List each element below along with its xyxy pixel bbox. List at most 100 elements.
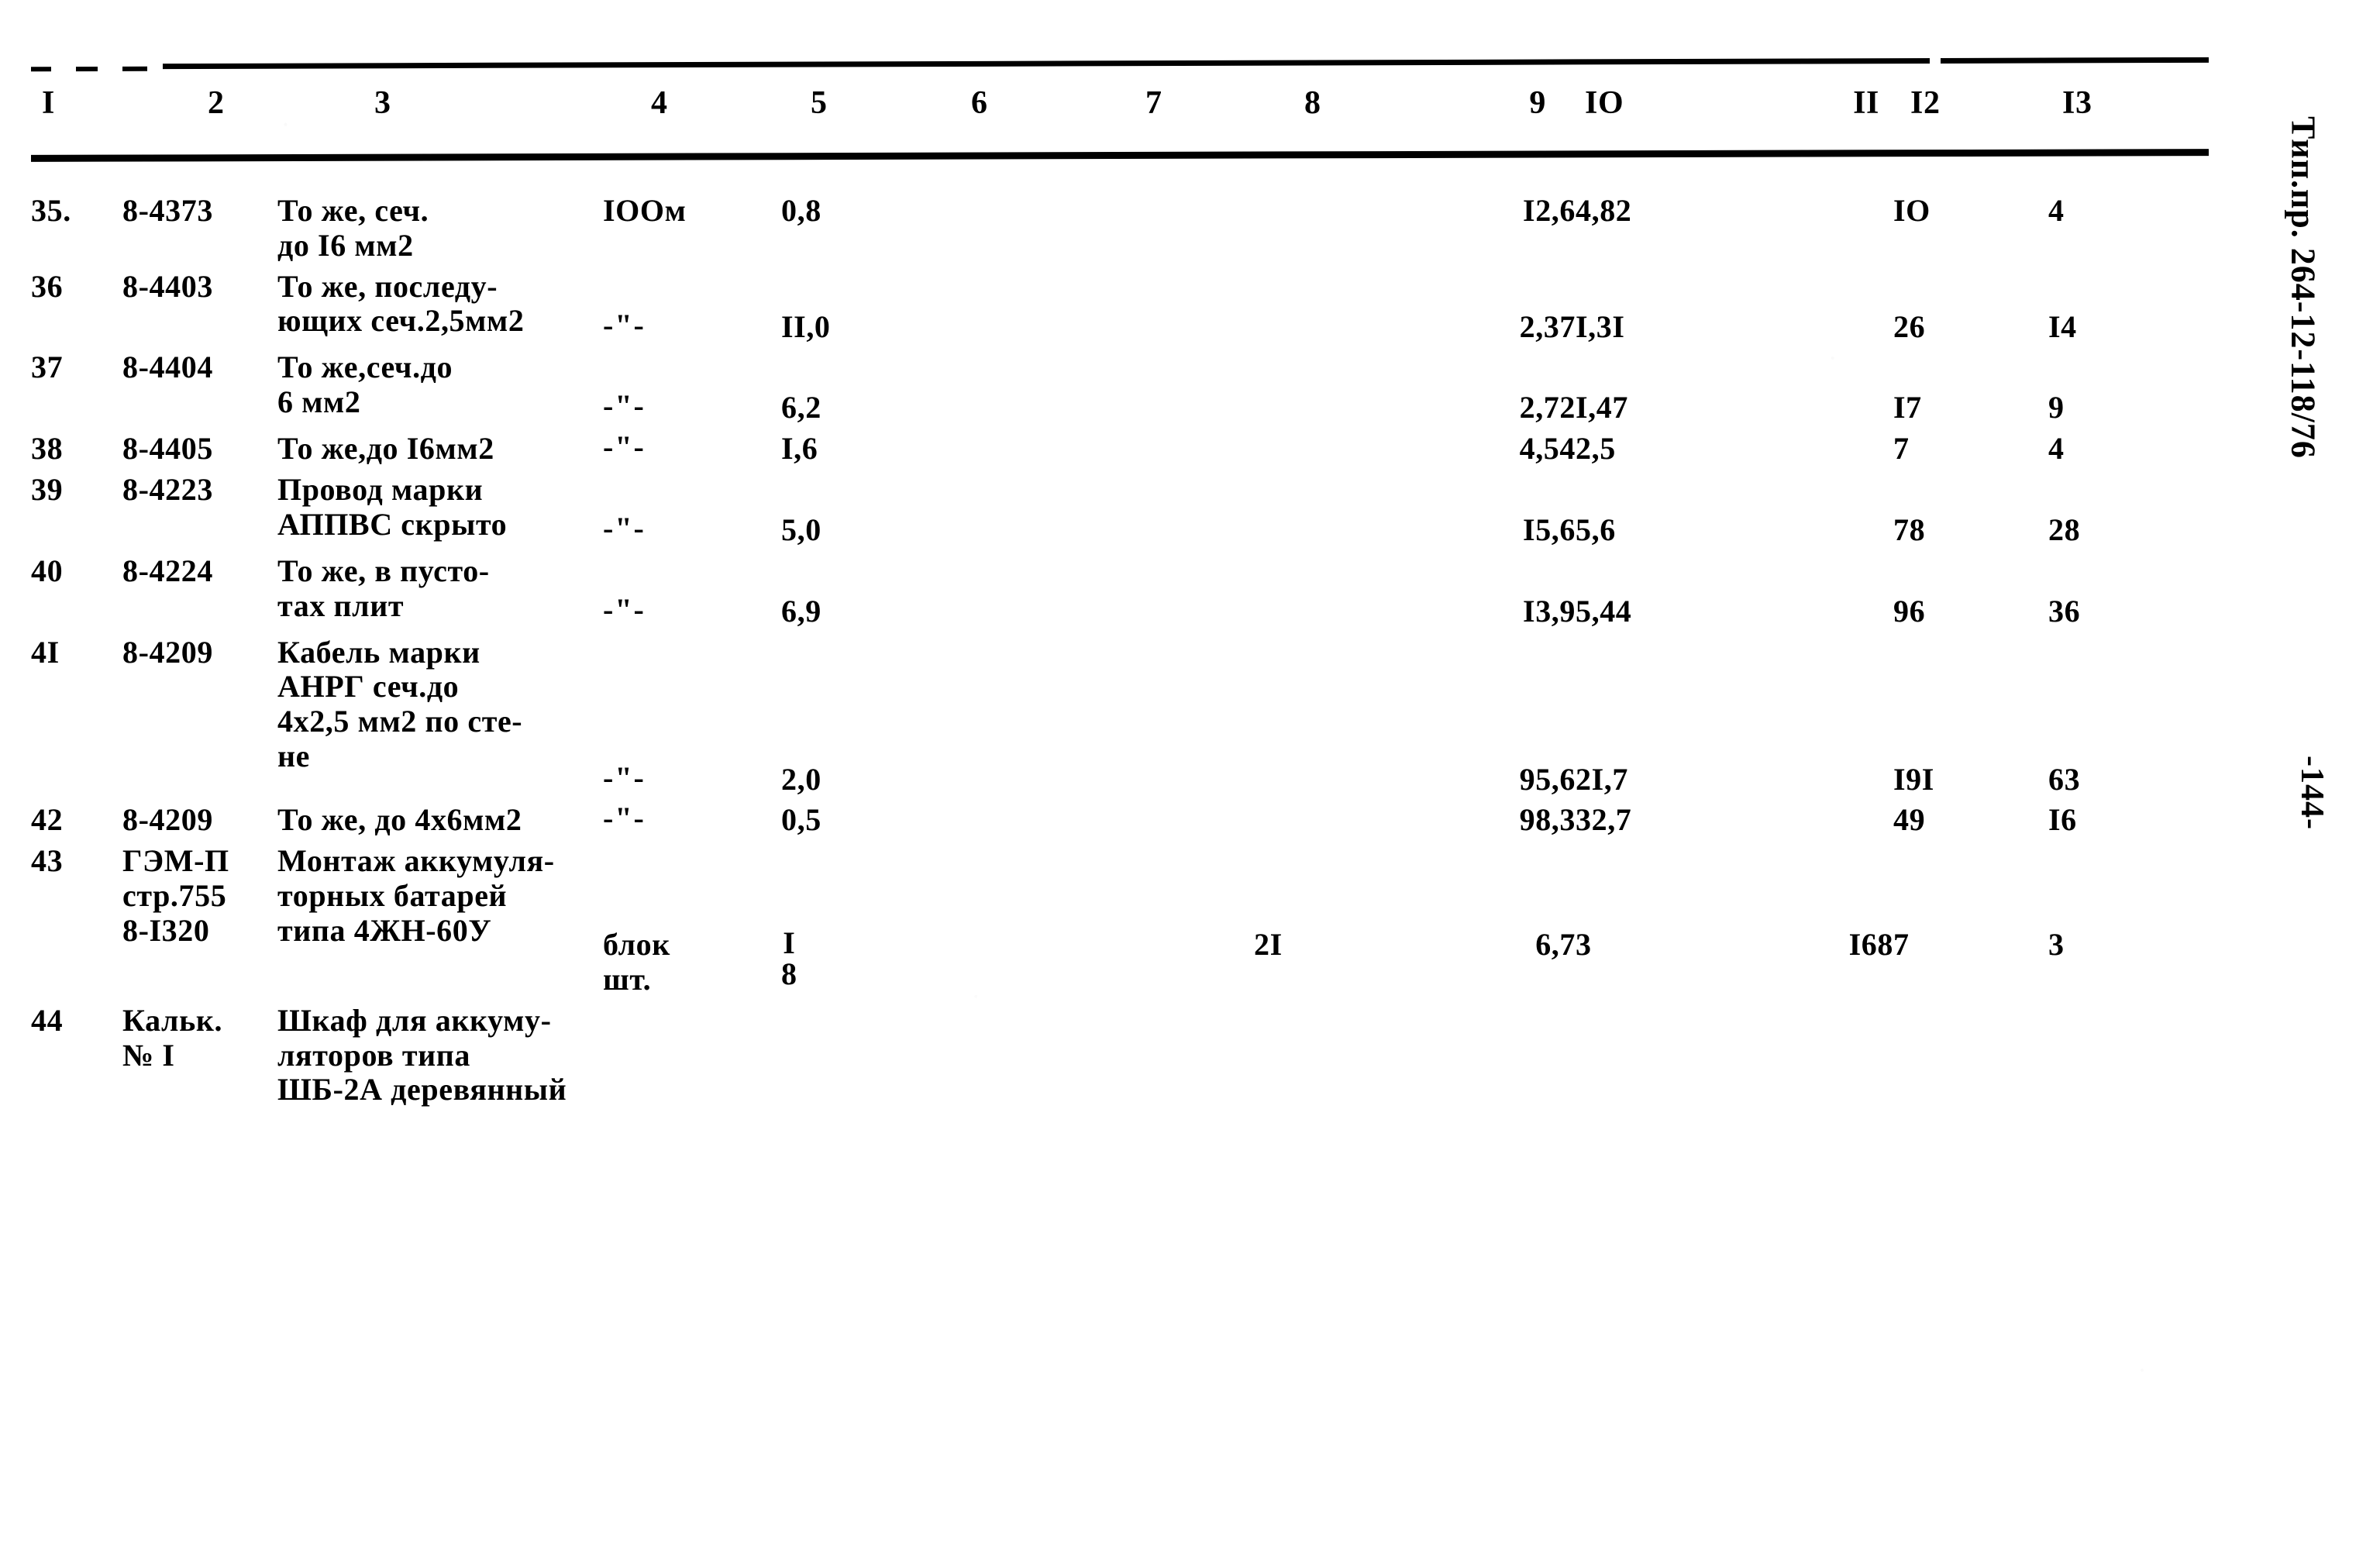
- cell-v8: [1254, 191, 1421, 267]
- cell-v13: I6: [2048, 802, 2077, 838]
- cell-code: ГЭМ-П стр.755 8-I320: [122, 843, 229, 948]
- cell-v13: [2048, 1001, 2216, 1111]
- cell-v8: [1254, 632, 1421, 801]
- cell-v13: 3: [2048, 927, 2065, 963]
- page-number: -144-: [2294, 756, 2330, 830]
- cell-v8: [1254, 470, 1421, 551]
- cell-unit: [603, 1001, 781, 1111]
- spacer-cell: [2048, 158, 2216, 191]
- stacked-fraction: I8: [781, 928, 797, 990]
- cell-v10: I,3I: [1576, 308, 1625, 344]
- table-row: 42 8-4209 То же, до 4х6мм2 -"- 0,5 98,3 32,7 49…: [31, 800, 2216, 841]
- cell-v12: 49: [1893, 802, 1926, 838]
- ditto-mark: -"-: [603, 388, 646, 424]
- cell-num: 40: [31, 553, 64, 588]
- cell-v9: 98,3: [1519, 802, 1576, 838]
- cell-v12: 7: [1893, 927, 1910, 963]
- cell-unit: -"-: [603, 429, 781, 470]
- cell-v5: I,6: [781, 431, 818, 467]
- column-header-4: 4: [651, 85, 668, 121]
- cell-v7: [1099, 800, 1254, 841]
- cell-num: 44: [31, 1002, 64, 1038]
- cell-v12: 26: [1893, 308, 1926, 344]
- cell-unit: -"-: [603, 632, 781, 801]
- column-header-7: 7: [1145, 85, 1162, 121]
- ditto-mark: -"-: [603, 591, 646, 627]
- top-dashed-rule: [30, 66, 148, 72]
- cell-v13: 63: [2048, 761, 2081, 797]
- cell-description: Провод марки АППВС скрыто: [277, 471, 508, 542]
- cell-v12: IO: [1893, 193, 1931, 228]
- spacer-cell: [1254, 158, 1421, 191]
- cell-v9: 2,37: [1519, 308, 1576, 344]
- cell-num: 37: [31, 350, 64, 385]
- cell-num: 36: [31, 268, 64, 304]
- cell-description: То же,до I6мм2: [277, 431, 494, 467]
- cell-v8: 2I: [1254, 927, 1283, 963]
- cell-v11: [1734, 191, 1893, 267]
- cell-v9: 6,7: [1535, 927, 1576, 963]
- spacer-cell: [1734, 158, 1893, 191]
- cell-num: 43: [31, 843, 64, 879]
- header-spacer-row: [31, 158, 2216, 191]
- table-row: 35. 8-4373 То же, сеч. до I6 мм2 IOOм 0,8 I2,…: [31, 191, 2216, 267]
- cell-v6: [948, 267, 1099, 348]
- spacer-cell: [948, 158, 1099, 191]
- cell-v12: 96: [1893, 593, 1926, 629]
- cell-description: Шкаф для аккуму- ляторов типа ШБ-2А дере…: [277, 1002, 567, 1107]
- cell-v7: [1099, 191, 1254, 267]
- cell-description: То же,сеч.до 6 мм2: [277, 350, 453, 420]
- cell-v13: 36: [2048, 593, 2081, 629]
- cell-v5: I8: [781, 841, 948, 1001]
- cell-v12: I9I: [1893, 761, 1934, 797]
- cell-v7: [1099, 551, 1254, 632]
- column-header-3: 3: [374, 85, 391, 121]
- cell-v7: [1099, 841, 1254, 1001]
- cell-description: То же, последу- ющих сеч.2,5мм2: [277, 268, 525, 339]
- cell-v13: 9: [2048, 390, 2065, 425]
- column-header-5: 5: [811, 85, 828, 121]
- cell-code: 8-4404: [122, 350, 213, 385]
- cell-v6: [948, 551, 1099, 632]
- cell-description: Монтаж аккумуля- торных батарей типа 4ЖН…: [277, 843, 555, 948]
- cell-v10: I,47: [1576, 390, 1628, 425]
- cell-v10: 3: [1576, 927, 1592, 963]
- cell-v12: 78: [1893, 512, 1926, 547]
- cell-v8: [1254, 347, 1421, 429]
- cell-v13: 4: [2048, 193, 2065, 228]
- cell-unit: IOOм: [603, 193, 687, 228]
- spacer-cell: [781, 158, 948, 191]
- cell-v5: 0,5: [781, 802, 821, 838]
- cell-v11: [1734, 1001, 1893, 1111]
- table-row: 4I 8-4209 Кабель марки АНРГ сеч.до 4х2,5 м…: [31, 632, 2216, 801]
- cell-v5: 0,8: [781, 193, 821, 228]
- ditto-mark: -"-: [603, 429, 646, 465]
- cell-v11: [1734, 551, 1893, 632]
- page-number-block: -144-: [2265, 756, 2358, 926]
- cell-v9: 2,72: [1519, 390, 1576, 425]
- ditto-mark: -"-: [603, 307, 646, 343]
- cell-v6: [948, 470, 1099, 551]
- specification-table: I 2 3 4 5 6 7 8 9 IO II I2 I3 35. 8-4373 То же, сеч. до…: [31, 85, 2216, 1111]
- cell-v11: [1734, 800, 1893, 841]
- cell-unit: -"-: [603, 347, 781, 429]
- cell-v12: 7: [1893, 431, 1910, 467]
- cell-v10: 4,82: [1576, 193, 1632, 228]
- table-row: 38 8-4405 То же,до I6мм2 -"- I,6 4,54 2,5 7 4: [31, 429, 2216, 470]
- cell-v6: [948, 841, 1099, 1001]
- cell-v7: [1099, 1001, 1254, 1111]
- cell-v13: 28: [2048, 512, 2081, 547]
- cell-v7: [1099, 267, 1254, 348]
- cell-description: То же, в пусто- тах плит: [277, 553, 490, 623]
- cell-code: 8-4209: [122, 802, 213, 838]
- cell-v9: 95,6: [1519, 761, 1576, 797]
- cell-v11: [1734, 470, 1893, 551]
- spacer-cell: [1099, 158, 1254, 191]
- stacked-fraction-part: 8: [781, 956, 797, 992]
- spacer-cell: [122, 158, 277, 191]
- column-header-8: 8: [1304, 85, 1321, 121]
- table-row: 39 8-4223 Провод марки АППВС скрыто -"- 5,0 I…: [31, 470, 2216, 551]
- cell-v7: [1099, 347, 1254, 429]
- cell-v9: [1421, 1001, 1576, 1111]
- cell-v10: 2I,7: [1576, 761, 1628, 797]
